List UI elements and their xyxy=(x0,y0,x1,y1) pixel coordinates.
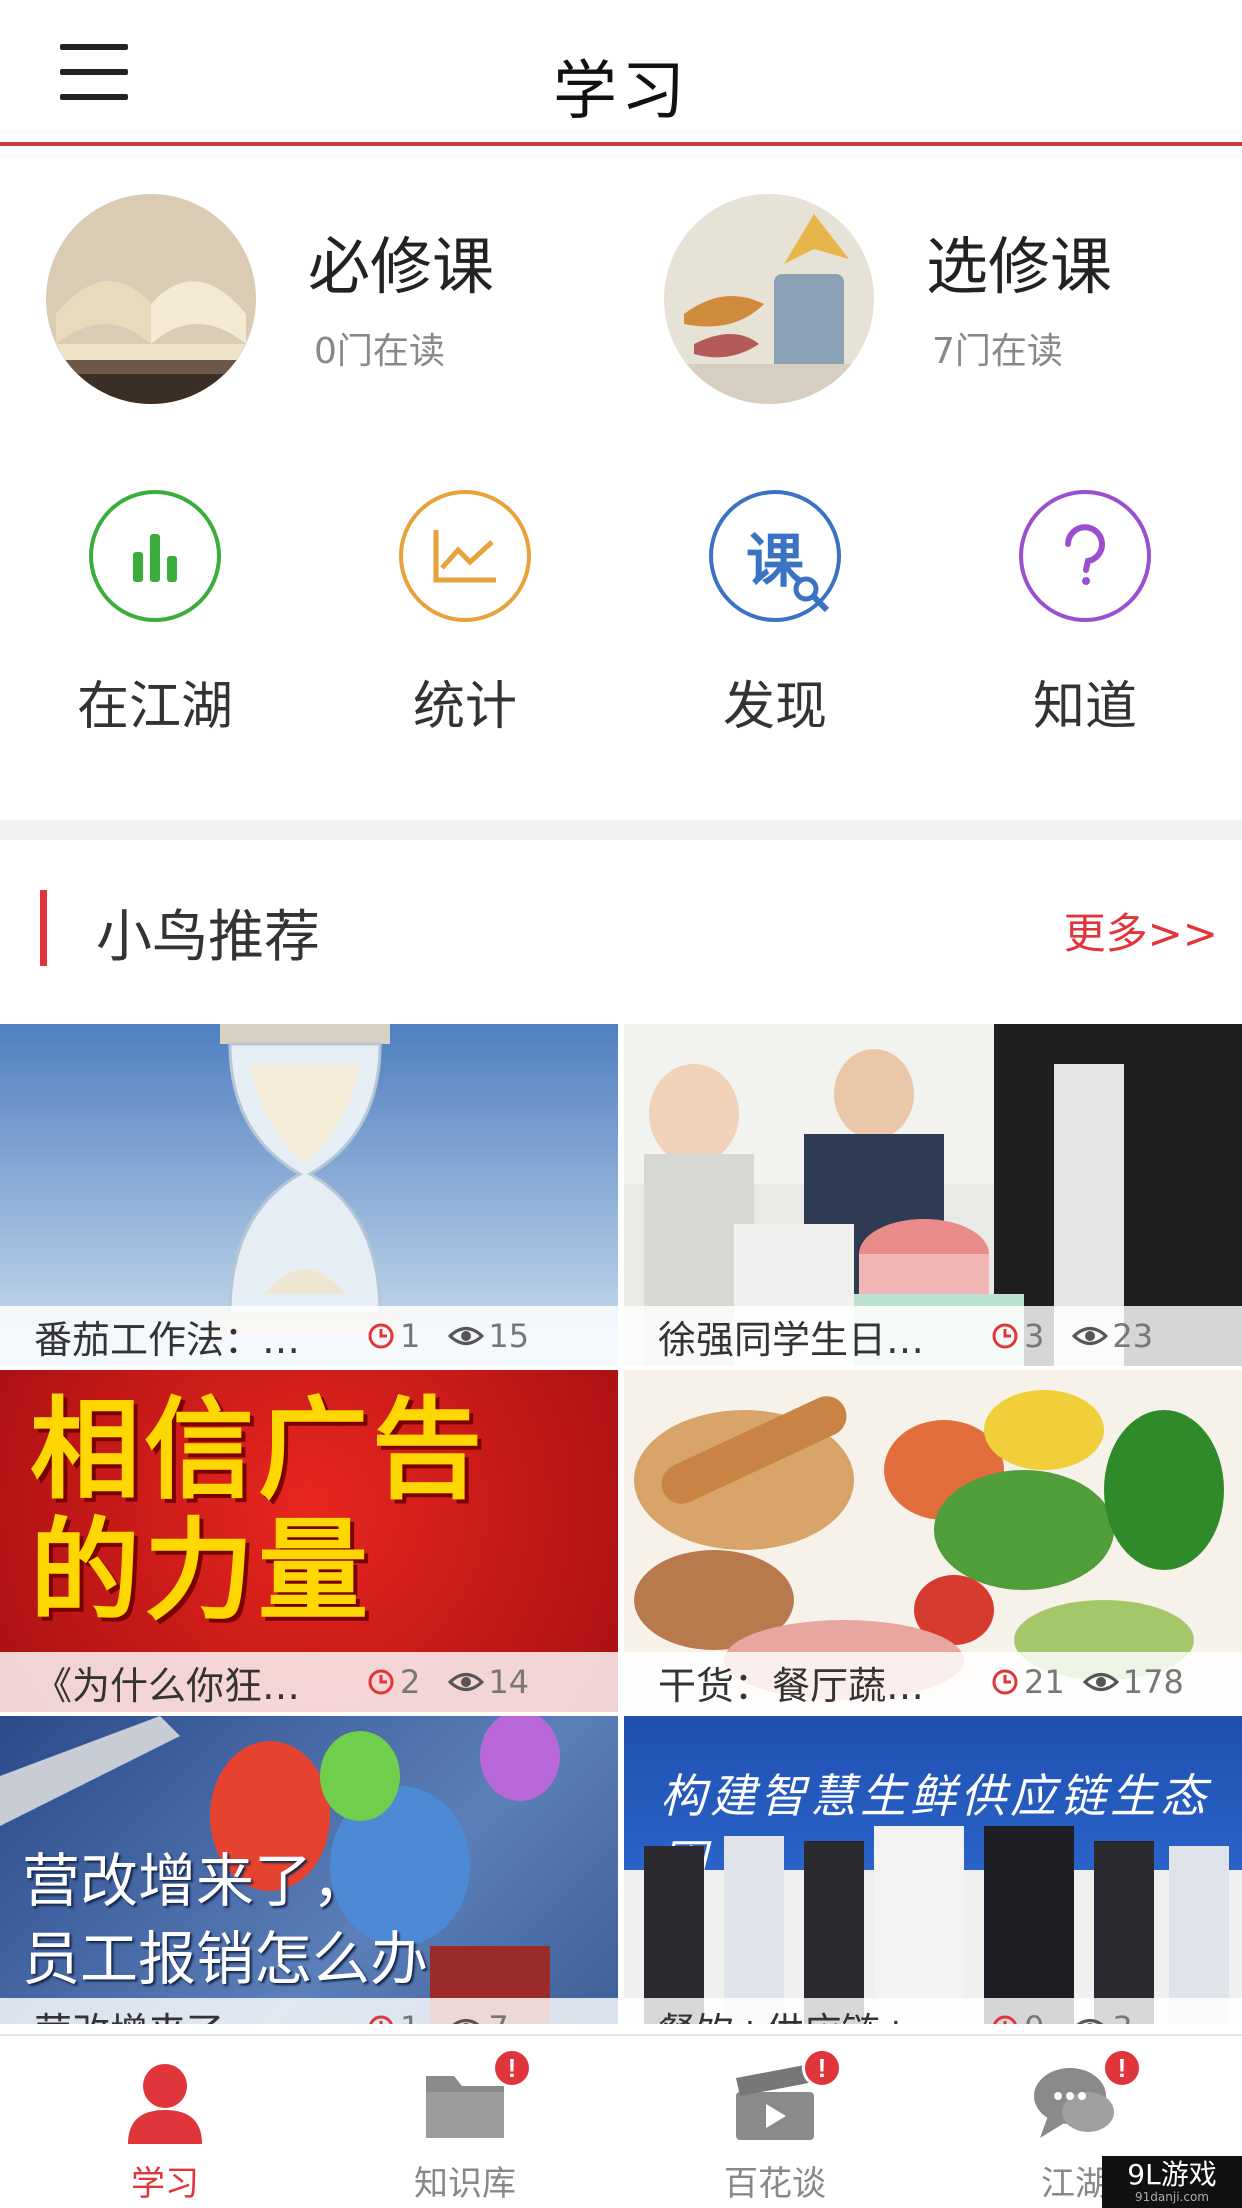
book-image xyxy=(46,194,256,404)
recommend-grid: 番茄工作法：… 1 15 徐强同学生日… 3 23 相信广告的力量 《为什么你狂… xyxy=(0,1024,1242,2024)
eye-icon xyxy=(448,1327,485,1345)
card-info-bar: 《为什么你狂… 2 14 xyxy=(0,1652,618,1712)
eye-icon xyxy=(1076,2019,1104,2024)
tab-study[interactable]: 学习 xyxy=(10,2036,320,2208)
clock-icon xyxy=(369,2015,393,2024)
chat-icon: ! xyxy=(1030,2048,1142,2146)
card-duration: 1 xyxy=(366,2009,420,2024)
card-info-bar: 番茄工作法：… 1 15 xyxy=(0,1306,618,1366)
elective-course-status: 7门在读 xyxy=(932,331,1063,372)
quick-link-label: 知道 xyxy=(1032,677,1137,737)
card-views: 14 xyxy=(448,1663,529,1701)
recommend-title: 小鸟推荐 xyxy=(96,905,320,970)
vat-reform-image: 营改增来了， 员工报销怎么办 xyxy=(0,1716,618,2024)
recommend-card[interactable]: 番茄工作法：… 1 15 xyxy=(0,1024,618,1366)
more-link[interactable]: 更多>> xyxy=(1064,900,1218,961)
required-course-status: 0门在读 xyxy=(314,331,445,372)
notification-badge: ! xyxy=(492,2048,532,2088)
tab-discussion[interactable]: ! 百花谈 xyxy=(620,2036,930,2208)
tab-knowledge[interactable]: ! 知识库 xyxy=(310,2036,620,2208)
quick-link-know[interactable]: 知道 xyxy=(930,490,1240,739)
card-title: 干货：餐厅蔬… xyxy=(658,1663,925,1708)
card-info-bar: 徐强同学生日… 3 23 xyxy=(624,1306,1242,1366)
tab-label: 知识库 xyxy=(414,2164,516,2204)
recommend-card[interactable]: 营改增来了， 员工报销怎么办 营改增来了，… 1 7 xyxy=(0,1716,618,2024)
card-views: 23 xyxy=(1072,1317,1153,1355)
eye-icon xyxy=(452,2019,480,2024)
eye-icon xyxy=(1072,1327,1109,1345)
card-info-bar: 餐饮+供应链+… 0 3 xyxy=(624,1998,1242,2024)
clapperboard-icon: ! xyxy=(730,2048,842,2146)
quick-link-label: 发现 xyxy=(722,677,827,737)
card-info-bar: 干货：餐厅蔬… 21 178 xyxy=(624,1652,1242,1712)
quick-links: 在江湖 统计 课 发现 知道 xyxy=(0,470,1242,740)
eye-icon xyxy=(448,1673,485,1691)
card-duration: 2 xyxy=(366,1663,420,1701)
recommend-header: 小鸟推荐 更多>> xyxy=(0,840,1242,1020)
course-summary: 必修课 0门在读 选修课 7门在读 xyxy=(0,150,1242,450)
quick-link-label: 统计 xyxy=(412,677,517,737)
card-title: 《为什么你狂… xyxy=(34,1663,301,1708)
course-search-icon: 课 xyxy=(709,490,841,622)
line-chart-icon xyxy=(399,490,531,622)
clock-icon xyxy=(368,1323,394,1349)
required-course-title: 必修课 xyxy=(308,230,495,303)
elective-course-title: 选修课 xyxy=(926,230,1113,303)
card-views: 3 xyxy=(1072,2009,1133,2024)
section-divider xyxy=(0,820,1242,840)
tab-label: 学习 xyxy=(131,2164,199,2204)
eye-icon xyxy=(1082,1673,1119,1691)
app-header: 学习 xyxy=(0,0,1242,146)
folder-icon: ! xyxy=(420,2048,532,2146)
clock-icon xyxy=(993,2015,1017,2024)
card-title: 餐饮+供应链+… xyxy=(658,2001,978,2025)
quick-link-stats[interactable]: 统计 xyxy=(310,490,620,739)
recommend-card[interactable]: 干货：餐厅蔬… 21 178 xyxy=(624,1370,1242,1712)
section-accent-bar xyxy=(40,890,47,966)
page-title: 学习 xyxy=(553,55,689,129)
bottom-tab-bar: 学习 ! 知识库 ! 百花谈 ! 江湖 xyxy=(0,2034,1242,2208)
card-duration: 0 xyxy=(990,2009,1044,2024)
clock-icon xyxy=(992,1323,1018,1349)
clock-icon xyxy=(368,1669,394,1695)
elective-course-card[interactable]: 选修课 7门在读 xyxy=(664,194,1242,404)
card-views: 15 xyxy=(448,1317,529,1355)
card-views: 7 xyxy=(448,2009,509,2024)
card-duration: 1 xyxy=(366,1317,420,1355)
question-icon xyxy=(1019,490,1151,622)
clock-icon xyxy=(992,1669,1018,1695)
site-watermark-logo: 9L游戏 91danji.com xyxy=(1102,2156,1242,2208)
leaves-image xyxy=(664,194,874,404)
notification-badge: ! xyxy=(802,2048,842,2088)
signing-ceremony-image: 构建智慧生鲜供应链生态圈 xyxy=(624,1716,1242,2024)
recommend-card[interactable]: 构建智慧生鲜供应链生态圈 餐饮+供应链+… 0 3 xyxy=(624,1716,1242,2024)
recommend-card[interactable]: 徐强同学生日… 3 23 xyxy=(624,1024,1242,1366)
card-title: 番茄工作法：… xyxy=(34,1317,301,1362)
notification-badge: ! xyxy=(1102,2048,1142,2088)
card-info-bar: 营改增来了，… 1 7 xyxy=(0,1998,618,2024)
card-duration: 21 xyxy=(990,1663,1065,1701)
bar-chart-icon xyxy=(89,490,221,622)
quick-link-label: 在江湖 xyxy=(76,677,233,737)
card-title: 徐强同学生日… xyxy=(658,1317,925,1362)
card-title: 营改增来了，… xyxy=(34,2001,354,2025)
quick-link-jianghu[interactable]: 在江湖 xyxy=(0,490,310,739)
tab-label: 百花谈 xyxy=(724,2164,826,2204)
required-course-card[interactable]: 必修课 0门在读 xyxy=(46,194,646,404)
user-icon xyxy=(120,2058,210,2146)
recommend-card[interactable]: 相信广告的力量 《为什么你狂… 2 14 xyxy=(0,1370,618,1712)
quick-link-discover[interactable]: 课 发现 xyxy=(620,490,930,739)
card-views: 178 xyxy=(1082,1663,1184,1701)
card-duration: 3 xyxy=(990,1317,1044,1355)
